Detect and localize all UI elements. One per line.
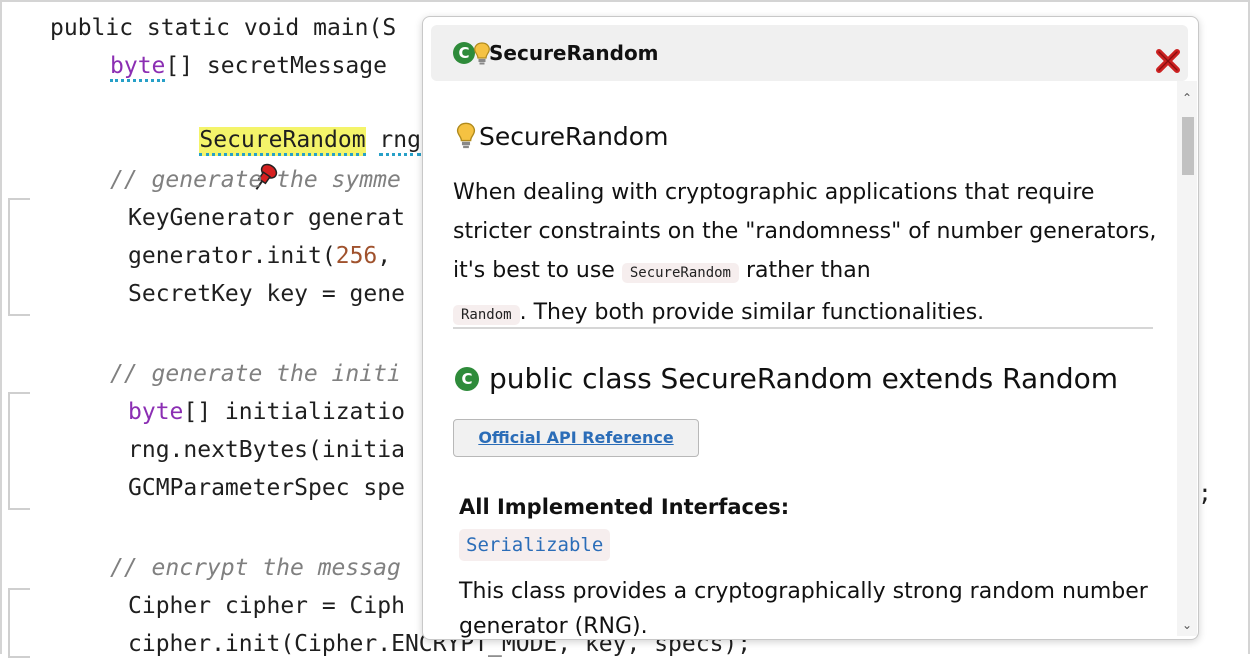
comment-text: // generate the symme — [110, 167, 401, 193]
popup-description: When dealing with cryptographic applicat… — [453, 173, 1163, 335]
popup-scrollbar[interactable]: ⌃ ⌄ — [1177, 81, 1197, 636]
comment-text: // encrypt the messag — [110, 555, 401, 581]
code-line[interactable]: SecureRandom rng = — [110, 86, 449, 190]
code-line[interactable]: GCMParameterSpec spe — [128, 470, 405, 506]
serializable-link[interactable]: Serializable — [459, 529, 611, 561]
code-line[interactable]: KeyGenerator generat — [128, 200, 405, 236]
comment-text: // generate the initi — [110, 361, 401, 387]
official-api-reference-button[interactable]: Official API Reference — [453, 419, 699, 457]
popup-heading: SecureRandom — [479, 122, 669, 151]
class-icon: C — [453, 42, 475, 64]
rng-token[interactable]: rng — [379, 127, 421, 156]
close-icon[interactable] — [1154, 47, 1182, 75]
description-text: . They both provide similar functionalit… — [519, 300, 985, 325]
secure-random-token[interactable]: SecureRandom — [199, 127, 366, 156]
code-text: rng.nextBytes(initia — [128, 437, 405, 463]
code-line[interactable]: public static void main(S — [50, 10, 396, 46]
code-line[interactable]: byte[] initializatio — [128, 394, 405, 430]
code-line[interactable]: byte[] secretMessage — [110, 48, 387, 84]
number-literal: 256 — [335, 243, 378, 269]
divider — [453, 327, 1153, 329]
fold-bracket[interactable] — [8, 392, 32, 510]
code-text: SecretKey key = gene — [128, 281, 405, 307]
lightbulb-icon — [456, 122, 476, 149]
fold-bracket[interactable] — [8, 588, 32, 658]
inline-code: Random — [453, 305, 520, 325]
code-comment: // generate the symme — [110, 162, 401, 198]
keyword-byte: byte — [110, 53, 166, 82]
scroll-down-icon[interactable]: ⌄ — [1177, 618, 1197, 632]
pin-icon[interactable] — [165, 126, 278, 190]
description-text: rather than — [746, 258, 871, 283]
hover-popup[interactable]: C SecureRandom ⌃ ⌄ SecureRandom When dea… — [422, 16, 1199, 640]
code-text: GCMParameterSpec spe — [128, 475, 405, 501]
scroll-thumb[interactable] — [1182, 117, 1194, 175]
popup-title: SecureRandom — [489, 41, 659, 65]
scroll-up-icon[interactable]: ⌃ — [1177, 91, 1197, 105]
code-line-tail: ; — [1198, 476, 1212, 512]
code-comment: // encrypt the messag — [110, 550, 401, 586]
code-comment: // generate the initi — [110, 356, 401, 392]
code-text: KeyGenerator generat — [128, 205, 405, 231]
code-line[interactable]: generator.init(256, — [128, 238, 391, 274]
code-text: generator.init( — [128, 243, 336, 269]
semicolon: ; — [1198, 481, 1212, 507]
code-line[interactable]: Cipher cipher = Ciph — [128, 588, 405, 624]
class-icon: C — [455, 367, 479, 391]
fold-bracket[interactable] — [8, 198, 32, 316]
code-text: [] initializatio — [183, 399, 405, 425]
keyword-byte: byte — [128, 399, 184, 425]
code-text: Cipher cipher = Ciph — [128, 593, 405, 619]
inline-code: SecureRandom — [621, 263, 739, 283]
code-text: public static void main(S — [50, 15, 397, 41]
code-text: [] secretMessage — [165, 53, 387, 79]
class-signature: public class SecureRandom extends Random — [489, 362, 1119, 395]
code-line[interactable]: SecretKey key = gene — [128, 276, 405, 312]
implemented-interfaces-heading: All Implemented Interfaces: — [459, 495, 790, 519]
code-line[interactable]: rng.nextBytes(initia — [128, 432, 405, 468]
class-description: This class provides a cryptographically … — [459, 579, 1148, 639]
popup-header: C SecureRandom — [431, 25, 1188, 81]
code-text: , — [377, 243, 392, 269]
